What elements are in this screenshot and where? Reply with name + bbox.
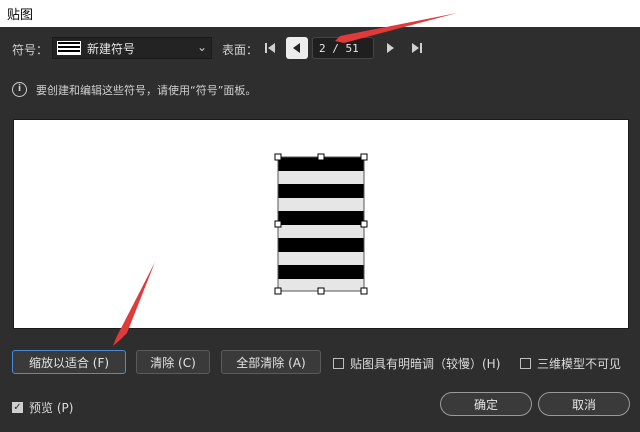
cancel-button[interactable]: 取消 — [538, 392, 630, 416]
surface-label: 表面： — [222, 43, 259, 57]
map-art-preview-area[interactable] — [13, 119, 629, 329]
fit-to-size-button[interactable]: 缩放以适合 (F) — [12, 350, 126, 374]
next-surface-button[interactable] — [379, 37, 401, 59]
shade-checkbox-box[interactable] — [333, 358, 344, 369]
symbol-dropdown-value: 新建符号 — [87, 41, 136, 56]
previous-surface-button[interactable] — [286, 37, 308, 59]
symbol-dropdown[interactable]: 新建符号 ⌄ — [52, 37, 212, 59]
info-message: 要创建和编辑这些符号，请使用“符号”面板。 — [36, 84, 257, 97]
preview-checkbox-label: 预览 (P) — [29, 401, 74, 415]
previous-icon — [293, 43, 300, 53]
symbol-artwork — [274, 153, 368, 295]
stripe-pattern — [277, 156, 365, 292]
invisible-geometry-checkbox[interactable]: 三维模型不可见 — [520, 355, 621, 372]
surface-page-field[interactable]: 2 / 51 — [312, 37, 374, 59]
symbol-thumbnail-icon — [57, 41, 81, 55]
window-titlebar: 贴图 — [0, 0, 640, 27]
invisible-checkbox-label: 三维模型不可见 — [537, 357, 622, 371]
ok-button[interactable]: 确定 — [440, 392, 532, 416]
chevron-down-icon: ⌄ — [196, 40, 207, 54]
clear-button[interactable]: 清除 (C) — [136, 350, 210, 374]
symbol-label: 符号： — [12, 43, 49, 57]
preview-checkbox[interactable]: ✓ 预览 (P) — [12, 399, 73, 416]
window-title: 贴图 — [7, 8, 34, 23]
skip-first-icon — [265, 43, 275, 53]
preview-checkbox-box[interactable]: ✓ — [12, 402, 23, 413]
skip-last-icon — [412, 43, 422, 53]
shade-checkbox-label: 贴图具有明暗调（较慢）(H) — [350, 357, 501, 371]
shade-artwork-checkbox[interactable]: 贴图具有明暗调（较慢）(H) — [333, 355, 500, 372]
last-surface-button[interactable] — [406, 37, 428, 59]
clear-all-button[interactable]: 全部清除 (A) — [221, 350, 321, 374]
info-icon: i — [12, 82, 27, 97]
next-icon — [387, 43, 394, 53]
invisible-checkbox-box[interactable] — [520, 358, 531, 369]
first-surface-button[interactable] — [259, 37, 281, 59]
